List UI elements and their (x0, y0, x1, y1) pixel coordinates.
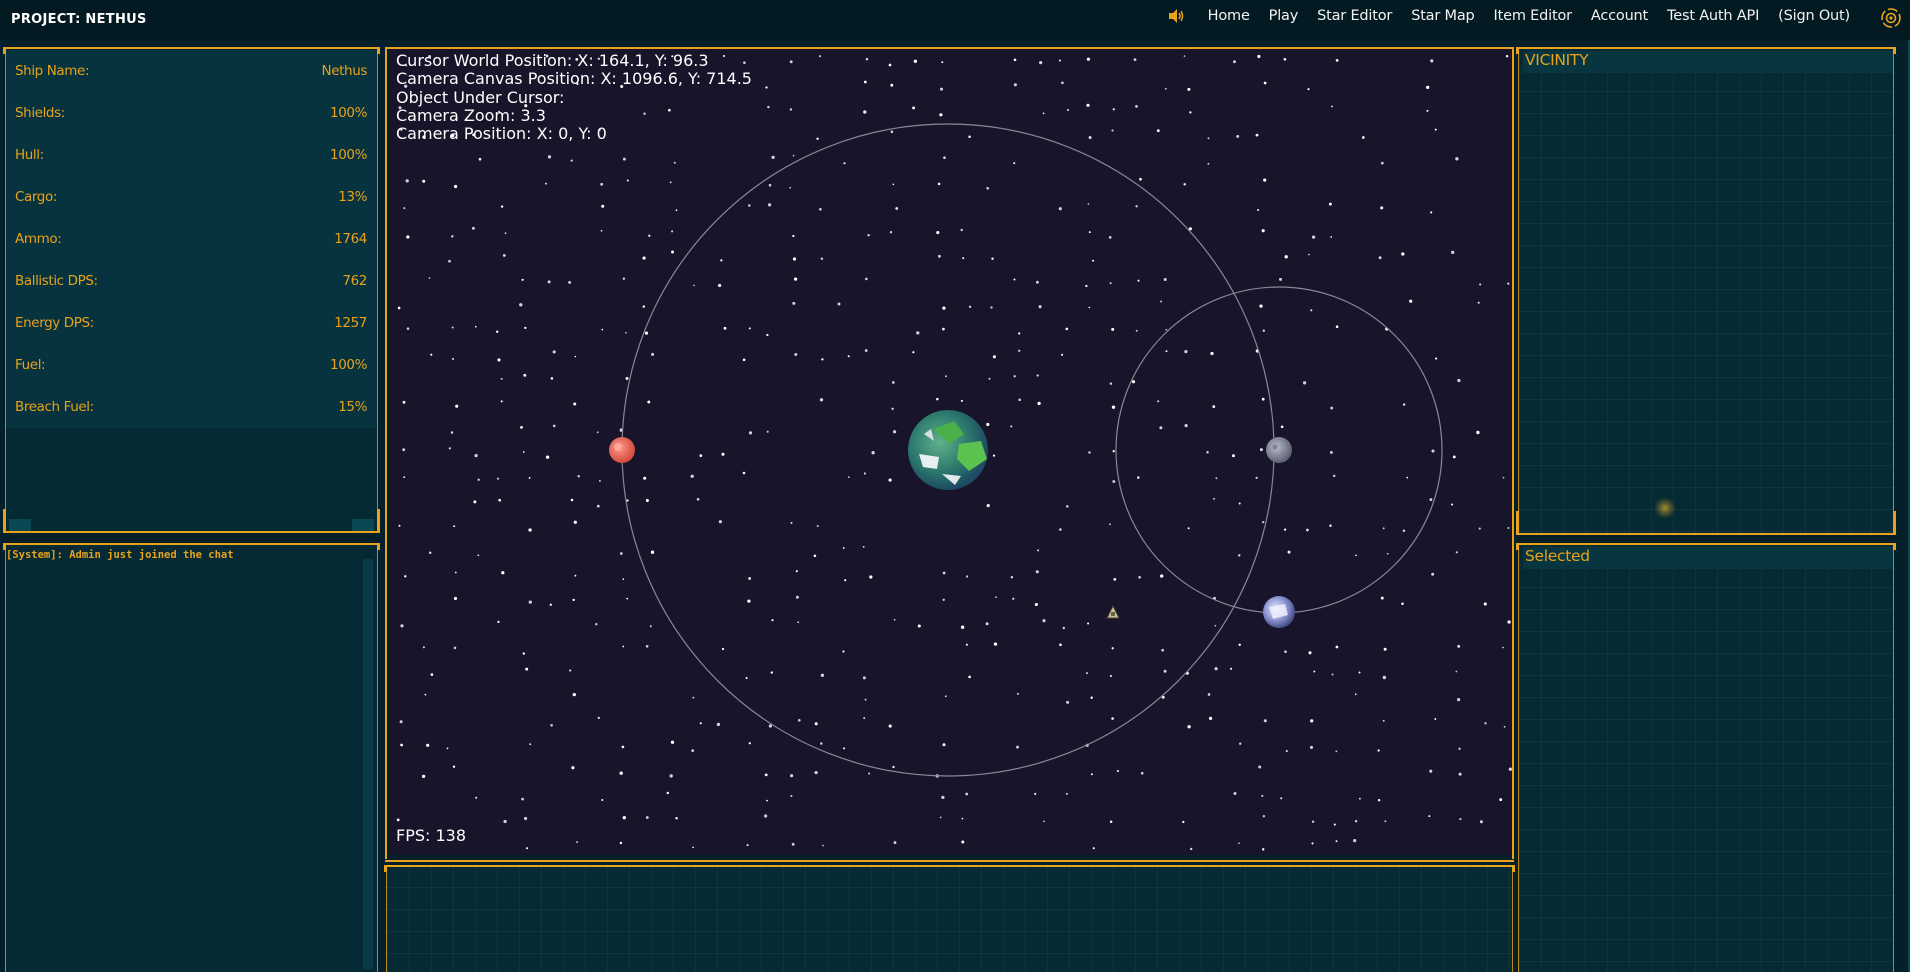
nav-play[interactable]: Play (1269, 8, 1299, 24)
settings-icon[interactable] (1880, 7, 1902, 29)
ship-stats-panel: Ship Name: Nethus Shields: 100% Hull: 100% … (3, 47, 380, 533)
nav-star-map[interactable]: Star Map (1411, 8, 1475, 24)
main-nav: Home Play Star Editor Star Map Item Edit… (1167, 8, 1850, 24)
debug-info: Cursor World Position: X: 164.1, Y: 96.3… (396, 51, 752, 144)
stat-ammo: Ammo: 1764 (15, 231, 367, 247)
stat-ship-name: Ship Name: Nethus (15, 63, 367, 79)
top-bar: PROJECT: NETHUS Home Play Star Editor St… (0, 0, 1910, 40)
camera-canvas-position: Camera Canvas Position: X: 1096.6, Y: 71… (396, 69, 752, 89)
stat-ballistic-dps: Ballistic DPS: 762 (15, 273, 367, 289)
selected-title: Selected (1523, 547, 1893, 569)
viewport-bottom-border (385, 856, 1514, 862)
player-ship[interactable] (1106, 604, 1120, 619)
vicinity-radar-blip (1654, 497, 1676, 519)
nav-sign-out[interactable]: (Sign Out) (1778, 8, 1850, 24)
chat-scrollbar[interactable] (363, 559, 373, 969)
panel-corner (9, 519, 31, 533)
cursor-world-position: Cursor World Position: X: 164.1, Y: 96.3 (396, 51, 709, 70)
fps-counter: FPS: 138 (396, 826, 467, 845)
stat-hull: Hull: 100% (15, 147, 367, 163)
nav-account[interactable]: Account (1591, 8, 1648, 24)
stat-energy-dps: Energy DPS: 1257 (15, 315, 367, 331)
planet-red[interactable] (609, 437, 635, 463)
nav-test-auth-api[interactable]: Test Auth API (1667, 8, 1759, 24)
home-planet[interactable] (908, 410, 988, 490)
nav-star-editor[interactable]: Star Editor (1317, 8, 1392, 24)
game-canvas[interactable]: Cursor World Position: X: 164.1, Y: 96.3… (389, 49, 1512, 855)
chat-panel[interactable]: [System]: Admin just joined the chat (3, 543, 380, 972)
speaker-icon[interactable] (1167, 8, 1185, 24)
nav-item-editor[interactable]: Item Editor (1494, 8, 1573, 24)
panel-corner (352, 519, 374, 533)
chat-message: [System]: Admin just joined the chat (6, 549, 234, 561)
stat-shields: Shields: 100% (15, 105, 367, 121)
stat-fuel: Fuel: 100% (15, 357, 367, 373)
moon-ice[interactable] (1263, 596, 1295, 628)
camera-zoom: Camera Zoom: 3.3 (396, 105, 546, 125)
vicinity-title: VICINITY (1523, 51, 1893, 73)
nav-home[interactable]: Home (1208, 8, 1250, 24)
object-under-cursor: Object Under Cursor: (396, 87, 565, 107)
game-viewport[interactable]: Cursor World Position: X: 164.1, Y: 96.3… (385, 47, 1514, 859)
brand-title: PROJECT: NETHUS (11, 12, 147, 27)
stat-breach-fuel: Breach Fuel: 15% (15, 399, 367, 415)
stat-cargo: Cargo: 13% (15, 189, 367, 205)
vicinity-panel: VICINITY (1516, 47, 1896, 535)
selected-panel: Selected (1516, 543, 1896, 972)
console-panel[interactable] (384, 865, 1515, 972)
moon-gray[interactable] (1266, 437, 1292, 463)
camera-position: Camera Position: X: 0, Y: 0 (396, 124, 607, 144)
celestial-bodies (609, 410, 1295, 628)
ship-stats-list: Ship Name: Nethus Shields: 100% Hull: 100% … (6, 50, 377, 428)
